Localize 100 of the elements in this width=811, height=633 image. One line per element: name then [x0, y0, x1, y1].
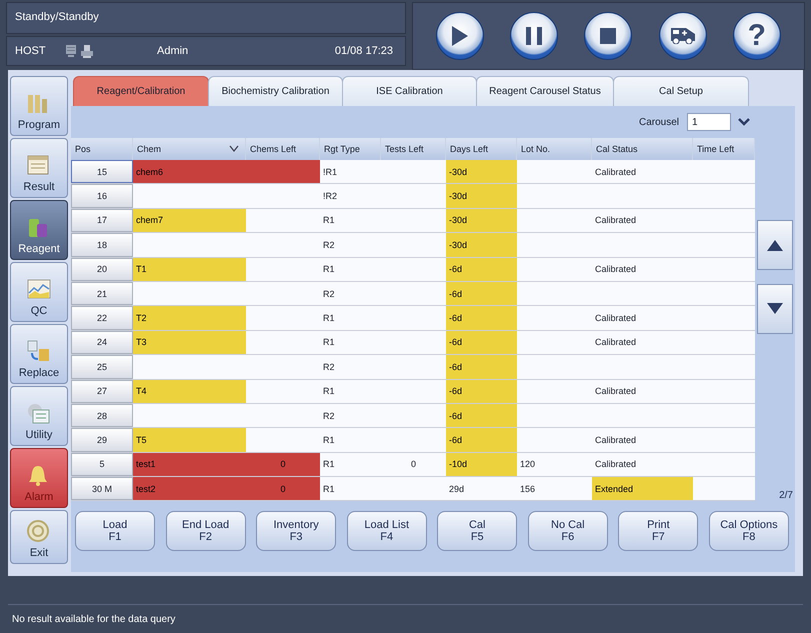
table-cell: R1	[320, 258, 381, 282]
table-cell: Calibrated	[595, 166, 636, 177]
column-header: Chems Left	[246, 138, 320, 160]
table-cell: Calibrated	[595, 215, 636, 226]
table-cell: Calibrated	[595, 264, 636, 274]
position-button[interactable]: 22	[71, 306, 133, 330]
table-cell: Calibrated	[595, 313, 636, 324]
function-key-button[interactable]: Load F1	[75, 511, 155, 552]
column-header: Days Left	[446, 138, 517, 160]
table-cell: 29d	[449, 484, 464, 494]
function-key-button[interactable]: End Load F2	[166, 511, 246, 552]
position-button[interactable]: 29	[71, 428, 133, 452]
table-cell: R1	[320, 330, 381, 356]
chevron-down-icon	[737, 117, 751, 127]
position-button[interactable]: 21	[71, 282, 133, 306]
position-button[interactable]: 24	[71, 330, 133, 354]
position-button[interactable]: 16	[71, 184, 133, 208]
function-key-button[interactable]: No Cal F6	[528, 511, 608, 552]
table-cell	[693, 233, 755, 258]
help-button[interactable]: ?	[732, 12, 781, 60]
chevron-down-icon	[229, 145, 239, 153]
nav-button[interactable]: Exit	[10, 510, 68, 564]
table-cell: 0	[280, 459, 286, 470]
position-button[interactable]: 20	[71, 258, 133, 281]
function-key-button[interactable]: Cal F5	[437, 511, 518, 552]
table-cell: T4	[136, 386, 147, 396]
function-key-button[interactable]: Inventory F3	[256, 511, 336, 552]
play-button[interactable]	[436, 12, 484, 60]
pause-button[interactable]	[510, 12, 558, 60]
column-header: Lot No.	[517, 138, 592, 160]
position-button[interactable]: 5	[71, 452, 133, 476]
table-cell: !R1	[320, 160, 381, 184]
table-cell	[693, 184, 755, 209]
column-header: Tests Left	[381, 138, 446, 160]
table-cell: T2	[136, 313, 147, 324]
printer-icon	[80, 44, 94, 58]
page-indicator: 2/7	[779, 490, 794, 502]
stop-button[interactable]	[584, 12, 632, 60]
column-header[interactable]: Chem	[133, 138, 246, 160]
table-cell: Calibrated	[595, 434, 636, 445]
column-header: Pos	[71, 138, 133, 160]
table-cell: R1	[320, 208, 381, 234]
position-button[interactable]: 28	[71, 404, 133, 428]
date-time: 01/08 17:23	[334, 45, 393, 57]
table-cell: 0	[280, 484, 286, 494]
table-cell: 0	[381, 452, 446, 478]
table-cell: R2	[320, 282, 381, 306]
ambulance-button[interactable]	[658, 12, 707, 60]
table-cell: -10d	[449, 459, 468, 470]
position-button[interactable]: 18	[71, 233, 133, 257]
function-key-button[interactable]: Load List F4	[346, 511, 427, 552]
table-cell: -30d	[449, 191, 468, 202]
table-cell: R1	[320, 477, 381, 502]
table-cell: R1	[320, 380, 381, 404]
table-cell: R1	[320, 306, 381, 331]
position-button[interactable]: 17	[71, 208, 133, 232]
position-button[interactable]: 25	[71, 355, 133, 379]
table-cell: chem6	[136, 166, 164, 177]
function-key-button[interactable]: Cal Options F8	[708, 511, 789, 552]
nav-button[interactable]: QC	[10, 262, 68, 322]
tab[interactable]: Reagent Carousel Status	[476, 76, 614, 106]
scroll-down-button[interactable]	[757, 284, 793, 334]
table-cell: -6d	[449, 337, 462, 348]
position-button[interactable]: 30 M	[71, 477, 133, 500]
table-cell: T3	[136, 337, 147, 348]
table-cell: 120	[517, 452, 592, 478]
nav-button[interactable]: Utility	[10, 386, 68, 446]
table-cell: R2	[320, 404, 381, 428]
table-cell: T5	[136, 434, 147, 445]
scroll-up-button[interactable]	[757, 220, 793, 270]
function-key-button[interactable]: Print F7	[618, 511, 698, 552]
nav-button[interactable]: Result	[10, 138, 68, 198]
table-cell: R2	[320, 233, 381, 258]
carousel-label: Carousel	[638, 116, 679, 128]
nav-button[interactable]: Program	[10, 76, 68, 136]
table-cell: -6d	[449, 434, 462, 445]
column-header: Cal Status	[592, 138, 693, 160]
nav-button[interactable]: Reagent	[10, 200, 68, 260]
table-cell: -30d	[449, 240, 468, 250]
host-label: HOST	[15, 45, 47, 57]
tab[interactable]: ISE Calibration	[342, 76, 477, 106]
arrow-down-icon	[766, 302, 784, 316]
tab[interactable]: Cal Setup	[613, 76, 749, 106]
tab[interactable]: Reagent/Calibration	[73, 76, 209, 106]
pause-icon	[526, 27, 542, 45]
arrow-up-icon	[766, 238, 784, 252]
table-cell: test2	[136, 484, 156, 494]
status-message: No result available for the data query	[11, 612, 176, 626]
table-cell: test1	[136, 459, 156, 470]
table-cell: -30d	[449, 215, 468, 226]
column-header: Time Left	[693, 138, 755, 160]
nav-button[interactable]: Replace	[10, 324, 68, 384]
table-cell: -6d	[449, 386, 462, 396]
tab[interactable]: Biochemistry Calibration	[208, 76, 343, 106]
line-chart-icon	[26, 277, 52, 301]
position-button[interactable]: 15	[71, 160, 133, 184]
status-title: Standby/Standby	[6, 2, 406, 34]
table-cell: R1	[320, 428, 381, 453]
position-button[interactable]: 27	[71, 380, 133, 403]
table-cell: chem7	[136, 215, 164, 226]
